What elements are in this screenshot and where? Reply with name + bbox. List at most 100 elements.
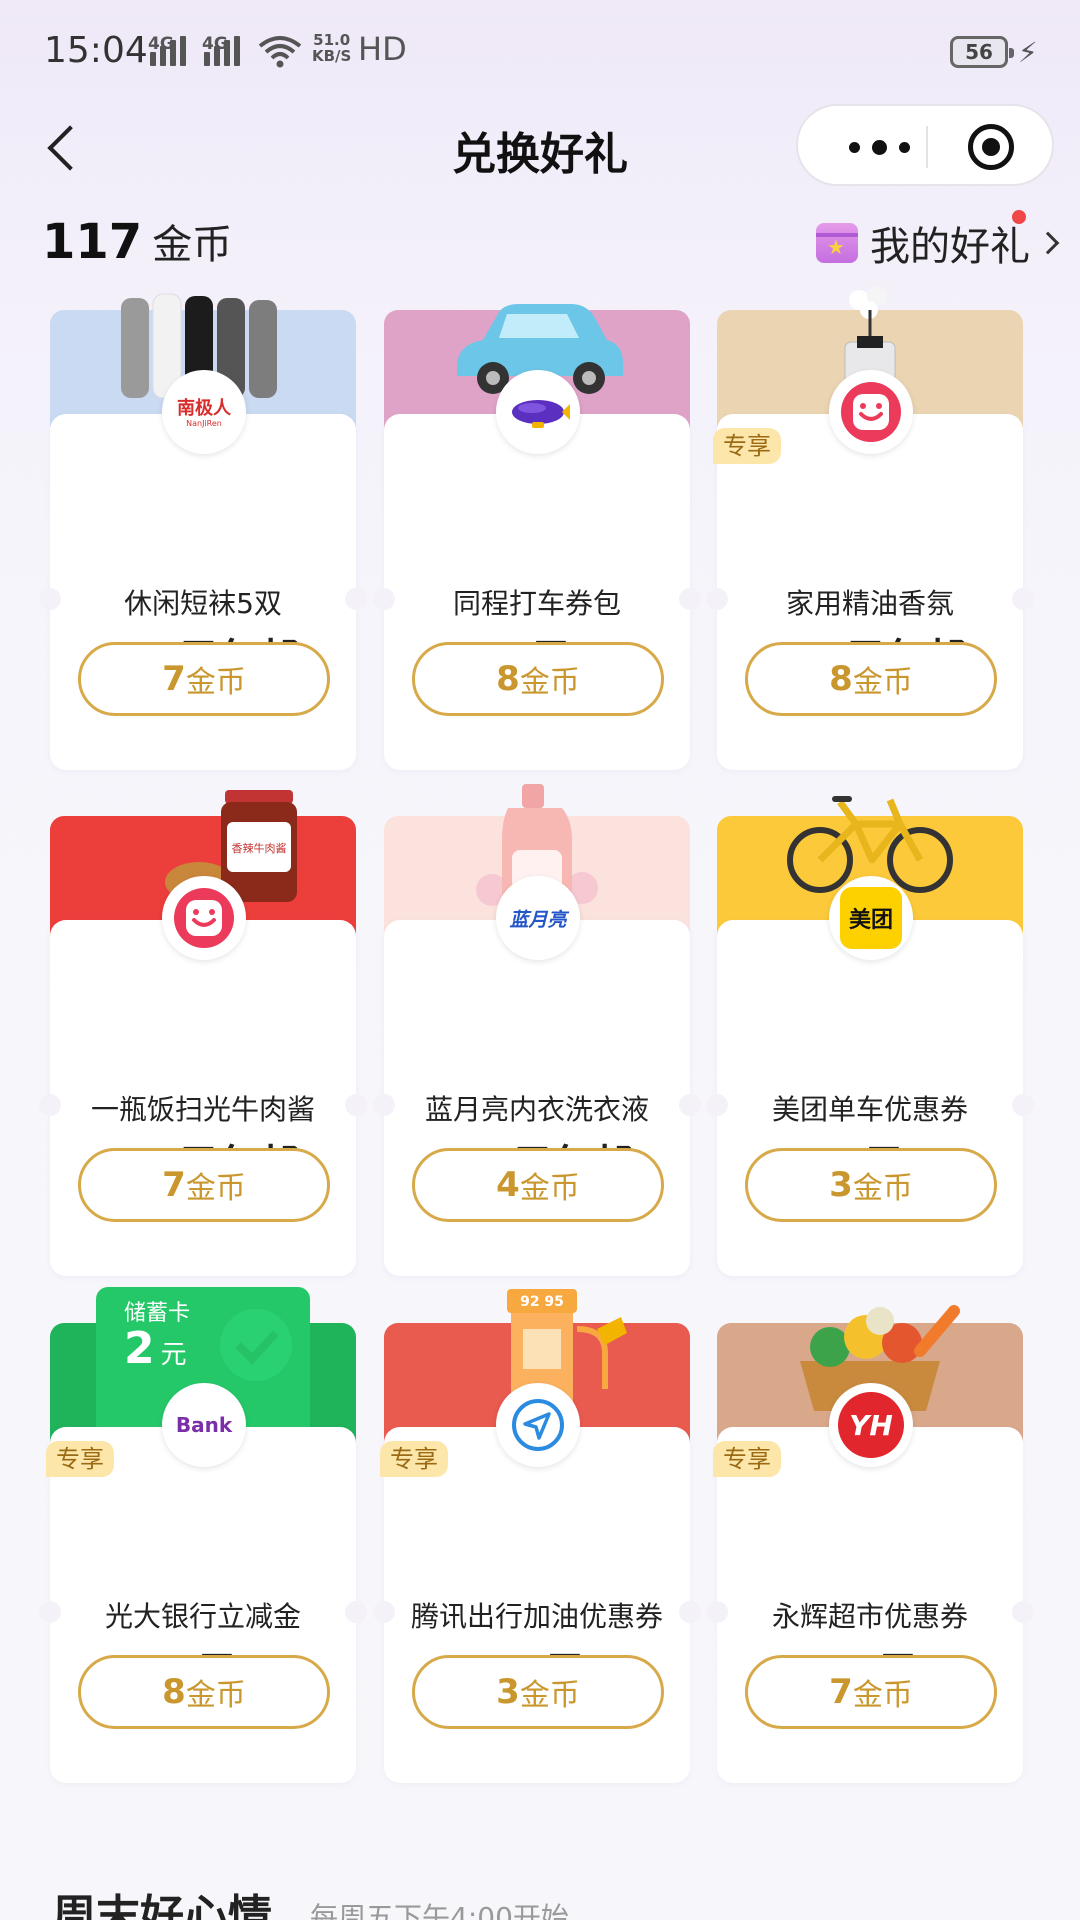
status-time: 15:04 xyxy=(44,30,148,71)
more-dots-icon[interactable] xyxy=(834,134,924,160)
redeem-cost: 8 xyxy=(496,659,520,699)
capsule-divider xyxy=(926,126,928,168)
coin-balance: 117 金币 xyxy=(42,212,232,270)
gift-card[interactable]: 美团单车优惠券 1元 美团 3金币 xyxy=(706,796,1034,1276)
chevron-right-icon xyxy=(1036,231,1060,255)
exclusive-badge: 专享 xyxy=(46,1441,114,1477)
gift-card[interactable]: 香辣牛肉酱 一瓶饭扫光牛肉酱 6.8元包邮 7金币 xyxy=(39,790,367,1276)
redeem-unit: 金币 xyxy=(185,1678,246,1713)
redeem-button[interactable]: 4 金币 xyxy=(412,1148,664,1222)
nanjiren-logo-text: 南极人 xyxy=(177,397,232,419)
blimp-logo-icon xyxy=(512,400,570,428)
gift-name: 蓝月亮内衣洗衣液 xyxy=(424,1093,649,1126)
gift-card[interactable]: 永辉超市优惠券 10元 YH 专享 7金币 xyxy=(706,1305,1034,1783)
gift-card[interactable]: 92 95 腾讯出行加油优惠券 13元 专享 3金币 xyxy=(373,1289,701,1783)
debit-amount-value: 2 xyxy=(124,1323,155,1374)
exclusive-badge: 专享 xyxy=(713,428,781,464)
section-subtitle: 每周五下午4:00开始 xyxy=(310,1901,569,1920)
redeem-unit: 金币 xyxy=(185,1171,246,1206)
hd-indicator: HD xyxy=(358,30,407,68)
smile-logo-icon xyxy=(174,888,234,948)
redeem-cost: 7 xyxy=(162,659,186,699)
redeem-cost: 7 xyxy=(829,1672,853,1712)
redeem-cost: 7 xyxy=(162,1165,186,1205)
redeem-button[interactable]: 3 金币 xyxy=(745,1148,997,1222)
brand-logo xyxy=(162,876,246,960)
redeem-button[interactable]: 7 金币 xyxy=(78,642,330,716)
redeem-unit: 金币 xyxy=(519,665,580,700)
my-gifts-label: 我的好礼 xyxy=(870,224,1030,270)
coin-unit: 金币 xyxy=(152,222,233,268)
navigation-arrow-icon xyxy=(512,1399,564,1451)
gift-name: 休闲短袜5双 xyxy=(124,587,282,620)
smile-logo-icon xyxy=(841,382,901,442)
redeem-button[interactable]: 7 金币 xyxy=(745,1655,997,1729)
redeem-cost: 4 xyxy=(496,1165,520,1205)
redeem-button[interactable]: 8 金币 xyxy=(745,642,997,716)
redeem-unit: 金币 xyxy=(852,665,913,700)
card-body: 蓝月亮内衣洗衣液 9.9元包邮 xyxy=(373,920,701,1276)
card-body: 休闲短袜5双 9.9元包邮 xyxy=(39,414,367,770)
yonghui-logo: YH xyxy=(838,1392,904,1458)
gift-name: 光大银行立减金 xyxy=(104,1600,301,1633)
signal-icon xyxy=(150,36,186,66)
redeem-cost: 3 xyxy=(496,1672,520,1712)
gift-card[interactable]: 储蓄卡 2元 光大银行立减金 2元 Bank 专享 8金币 xyxy=(39,1287,367,1783)
brand-logo: 美团 xyxy=(829,876,913,960)
gift-name: 腾讯出行加油优惠券 xyxy=(410,1600,663,1633)
gift-name: 同程打车券包 xyxy=(452,587,621,620)
card-body: 永辉超市优惠券 10元 xyxy=(706,1427,1034,1783)
redeem-button[interactable]: 7 金币 xyxy=(78,1148,330,1222)
svg-text:香辣牛肉酱: 香辣牛肉酱 xyxy=(231,841,286,855)
redeem-button[interactable]: 8 金币 xyxy=(412,642,664,716)
wifi-icon xyxy=(258,36,302,68)
brand-logo xyxy=(496,370,580,454)
status-bar: 15:04 4G 4G 51.0 KB/S HD 56 ⚡ xyxy=(0,0,1080,104)
gift-name: 家用精油香氛 xyxy=(785,587,954,620)
gift-card[interactable]: 家用精油香氛 5.4元包邮 专享 8金币 xyxy=(706,286,1034,770)
redeem-button[interactable]: 3 金币 xyxy=(412,1655,664,1729)
redeem-unit: 金币 xyxy=(852,1171,913,1206)
redeem-unit: 金币 xyxy=(852,1678,913,1713)
section-title: 周末好心情 xyxy=(52,1891,272,1920)
gift-name: 一瓶饭扫光牛肉酱 xyxy=(90,1093,315,1126)
signal-icon-2 xyxy=(204,36,240,66)
card-body: 美团单车优惠券 1元 xyxy=(706,920,1034,1276)
battery-icon: 56 xyxy=(950,36,1014,68)
gift-name: 美团单车优惠券 xyxy=(771,1093,968,1126)
brand-logo: Bank xyxy=(162,1383,246,1467)
bank-logo-text: Bank xyxy=(175,1413,233,1437)
redeem-button[interactable]: 8 金币 xyxy=(78,1655,330,1729)
gift-card[interactable]: 同程打车券包 8元 8金币 xyxy=(373,304,701,770)
notification-dot xyxy=(1012,210,1026,224)
coin-count: 117 xyxy=(42,214,143,270)
brand-logo: YH xyxy=(829,1383,913,1467)
nanjiren-logo-icon: 南极人 NanJiRen xyxy=(177,397,232,428)
lanyueliang-logo-text: 蓝月亮 xyxy=(509,908,567,931)
close-target-icon[interactable] xyxy=(968,124,1014,170)
svg-text:NanJiRen: NanJiRen xyxy=(186,419,222,428)
exclusive-badge: 专享 xyxy=(380,1441,448,1477)
pump-price-text: 92 95 xyxy=(520,1294,564,1310)
card-body: 腾讯出行加油优惠券 13元 xyxy=(373,1427,701,1783)
exclusive-badge: 专享 xyxy=(713,1441,781,1477)
redeem-cost: 3 xyxy=(829,1165,853,1205)
check-mark-icon xyxy=(220,1309,292,1381)
card-body: 同程打车券包 8元 xyxy=(373,414,701,770)
net-speed: 51.0 KB/S xyxy=(312,32,351,64)
card-body: 一瓶饭扫光牛肉酱 6.8元包邮 xyxy=(39,920,367,1276)
brand-logo xyxy=(496,1383,580,1467)
gift-icon xyxy=(816,223,858,263)
gift-card[interactable]: 蓝月亮内衣洗衣液 9.9元包邮 蓝月亮 4金币 xyxy=(373,784,701,1276)
debit-amount-unit: 元 xyxy=(160,1340,187,1370)
redeem-cost: 8 xyxy=(829,659,853,699)
redeem-unit: 金币 xyxy=(519,1678,580,1713)
card-body: 光大银行立减金 2元 xyxy=(39,1427,367,1783)
redeem-unit: 金币 xyxy=(519,1171,580,1206)
redeem-cost: 8 xyxy=(162,1672,186,1712)
redeem-unit: 金币 xyxy=(185,665,246,700)
gift-card[interactable]: 休闲短袜5双 9.9元包邮 南极人 NanJiRen 7金币 xyxy=(39,293,367,770)
brand-logo xyxy=(829,370,913,454)
meituan-logo: 美团 xyxy=(840,887,902,949)
card-body: 家用精油香氛 5.4元包邮 xyxy=(706,414,1034,770)
